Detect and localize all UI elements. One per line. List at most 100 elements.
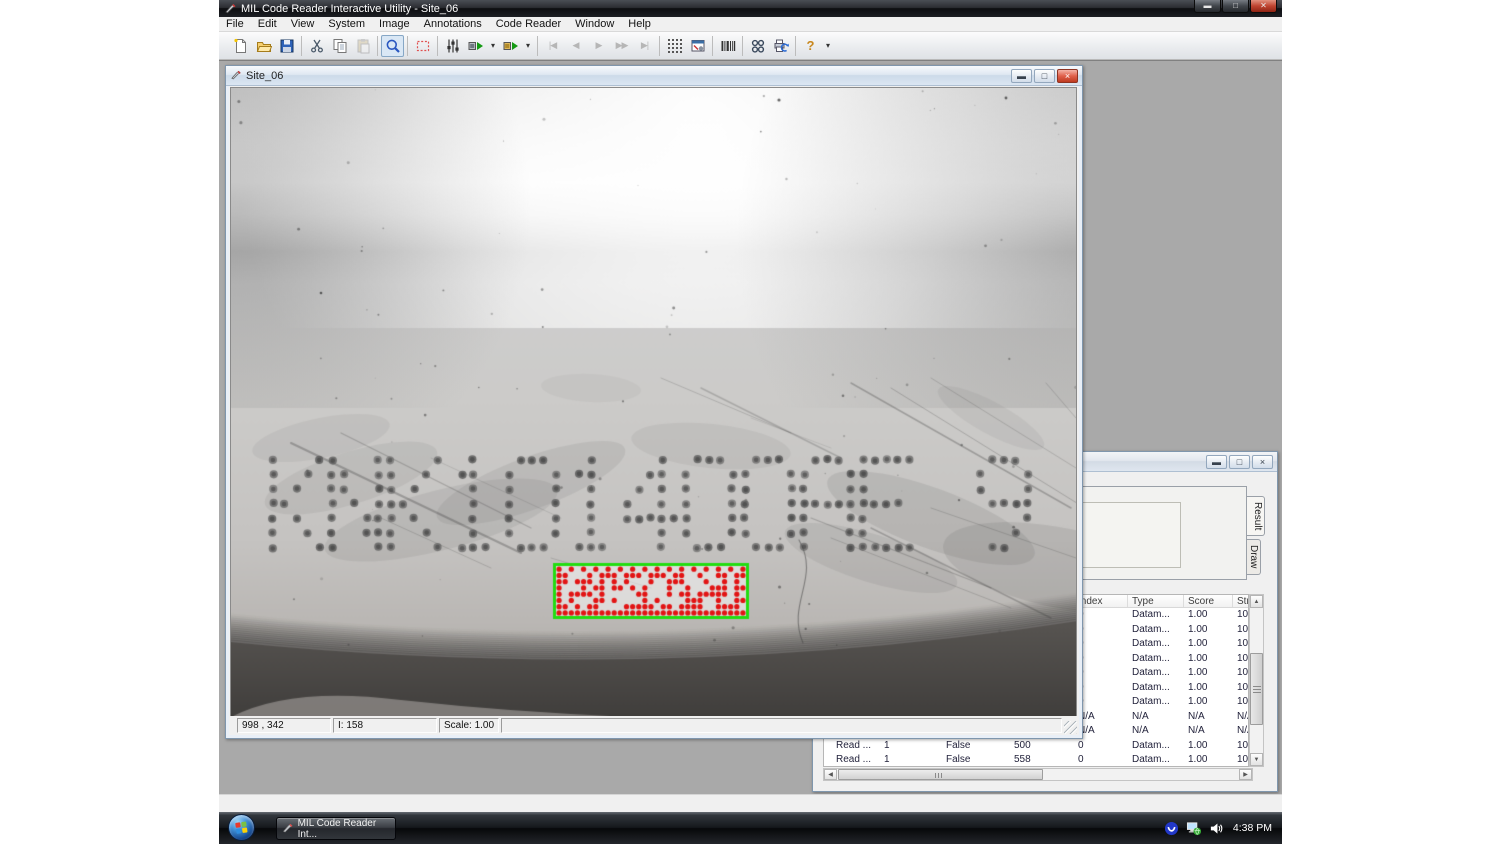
vertical-scrollbar[interactable]: ▲ ▼ bbox=[1249, 594, 1264, 767]
taskbar-app-button[interactable]: MIL Code Reader Int... bbox=[276, 817, 396, 840]
nav-play-button[interactable]: ▶ bbox=[587, 35, 610, 57]
menu-item-edit[interactable]: Edit bbox=[251, 17, 284, 32]
nav-first-button[interactable]: |◀ bbox=[541, 35, 564, 57]
toolbar-separator bbox=[659, 36, 660, 56]
cell-score: N/A bbox=[1184, 710, 1233, 725]
menu-item-system[interactable]: System bbox=[321, 17, 372, 32]
inspection-image[interactable] bbox=[230, 87, 1077, 718]
nav-prev-button[interactable]: ◀ bbox=[564, 35, 587, 57]
cell-score: 1.00 bbox=[1184, 739, 1233, 754]
help-button[interactable]: ? bbox=[799, 35, 822, 57]
menu-item-image[interactable]: Image bbox=[372, 17, 417, 32]
column-header-score[interactable]: Score bbox=[1184, 595, 1233, 607]
nav-last-button[interactable]: ▶| bbox=[633, 35, 656, 57]
menu-item-annotations[interactable]: Annotations bbox=[417, 17, 489, 32]
scroll-left-button[interactable]: ◀ bbox=[824, 769, 837, 780]
binoculars-icon bbox=[750, 38, 766, 54]
resize-grip[interactable] bbox=[1064, 721, 1077, 734]
compare-button[interactable] bbox=[746, 35, 769, 57]
start-button[interactable] bbox=[228, 814, 255, 841]
scroll-up-button[interactable]: ▲ bbox=[1250, 595, 1263, 608]
main-titlebar[interactable]: MIL Code Reader Interactive Utility - Si… bbox=[219, 0, 1282, 17]
scroll-down-button[interactable]: ▼ bbox=[1250, 753, 1263, 766]
cell-num: 1 bbox=[880, 739, 942, 754]
help-icon: ? bbox=[807, 38, 815, 53]
minimize-button[interactable]: ▬ bbox=[1194, 0, 1221, 13]
cell-score: 1.00 bbox=[1184, 623, 1233, 638]
menu-item-code-reader[interactable]: Code Reader bbox=[489, 17, 568, 32]
nav-next-button[interactable]: ▶▶ bbox=[610, 35, 633, 57]
open-button[interactable] bbox=[252, 35, 275, 57]
table-row[interactable]: Read ...1False5000Datam...1.0010 bbox=[824, 739, 1248, 754]
cell-str: N/A bbox=[1233, 710, 1249, 725]
cell-str: 10 bbox=[1233, 739, 1249, 754]
cell-str: 10 bbox=[1233, 652, 1249, 667]
tray-app-icon[interactable] bbox=[1164, 821, 1179, 836]
roi-button[interactable] bbox=[411, 35, 434, 57]
vertical-scroll-thumb[interactable] bbox=[1250, 653, 1263, 725]
toolbar-separator bbox=[537, 36, 538, 56]
result-tabs: Result Draw bbox=[1247, 496, 1265, 578]
scroll-right-button[interactable]: ▶ bbox=[1239, 769, 1252, 780]
cell-time: 500 bbox=[1010, 739, 1074, 754]
cell-type: Datam... bbox=[1128, 753, 1184, 767]
cell-type: Datam... bbox=[1128, 652, 1184, 667]
site-restore-button[interactable]: □ bbox=[1034, 69, 1055, 83]
process-run-button[interactable] bbox=[499, 35, 522, 57]
print-export-button[interactable] bbox=[769, 35, 792, 57]
restore-button[interactable]: □ bbox=[1222, 0, 1249, 13]
cell-type: Datam... bbox=[1128, 739, 1184, 754]
site-close-button[interactable]: × bbox=[1057, 69, 1078, 83]
cell-str: 10 bbox=[1233, 666, 1249, 681]
result-minimize-button[interactable]: ▬ bbox=[1206, 455, 1227, 469]
column-header-str[interactable]: Str bbox=[1233, 595, 1249, 607]
grab-run-button[interactable] bbox=[464, 35, 487, 57]
menu-item-file[interactable]: File bbox=[219, 17, 251, 32]
speaker-icon[interactable] bbox=[1209, 821, 1224, 836]
table-row[interactable]: Read ...1False5580Datam...1.0010 bbox=[824, 753, 1248, 767]
result-close-button[interactable]: × bbox=[1252, 455, 1273, 469]
cell-type: Datam... bbox=[1128, 666, 1184, 681]
grab-run-dropdown[interactable]: ▾ bbox=[487, 35, 499, 57]
taskbar-app-label: MIL Code Reader Int... bbox=[298, 818, 395, 840]
cell-str: 10 bbox=[1233, 608, 1249, 623]
status-spacer bbox=[501, 718, 1062, 733]
barcode-button[interactable] bbox=[716, 35, 739, 57]
menu-item-help[interactable]: Help bbox=[621, 17, 658, 32]
cell-type: N/A bbox=[1128, 724, 1184, 739]
network-icon[interactable] bbox=[1186, 821, 1202, 836]
save-button[interactable] bbox=[275, 35, 298, 57]
copy-icon bbox=[332, 38, 348, 54]
menu-item-view[interactable]: View bbox=[284, 17, 322, 32]
copy-button[interactable] bbox=[328, 35, 351, 57]
display-settings-button[interactable] bbox=[686, 35, 709, 57]
nav-last-icon: ▶| bbox=[641, 40, 648, 51]
taskbar-clock[interactable]: 4:38 PM bbox=[1233, 822, 1272, 834]
horizontal-scrollbar[interactable]: ◀ ▶ bbox=[823, 768, 1253, 781]
paste-button[interactable] bbox=[351, 35, 374, 57]
image-statusbar: 998 , 342 I: 158 Scale: 1.00 bbox=[230, 716, 1078, 735]
cell-score: 1.00 bbox=[1184, 652, 1233, 667]
adjust-button[interactable] bbox=[441, 35, 464, 57]
chevron-down-icon: ▾ bbox=[823, 41, 833, 50]
result-maximize-button[interactable]: □ bbox=[1229, 455, 1250, 469]
help-dropdown[interactable]: ▾ bbox=[822, 35, 834, 57]
site-minimize-button[interactable]: ▬ bbox=[1011, 69, 1032, 83]
new-button[interactable] bbox=[229, 35, 252, 57]
grid-button[interactable] bbox=[663, 35, 686, 57]
column-header-type[interactable]: Type bbox=[1128, 595, 1184, 607]
image-window: Site_06 ▬ □ × 998 , 342 I: 158 Scale: 1.… bbox=[225, 65, 1083, 739]
barcode-icon bbox=[720, 38, 736, 54]
cell-index: 0 bbox=[1074, 753, 1128, 767]
tab-draw[interactable]: Draw bbox=[1247, 539, 1261, 574]
horizontal-scroll-thumb[interactable] bbox=[838, 769, 1043, 780]
toolbar-separator bbox=[301, 36, 302, 56]
menu-item-window[interactable]: Window bbox=[568, 17, 621, 32]
cut-button[interactable] bbox=[305, 35, 328, 57]
app-icon bbox=[282, 823, 294, 834]
image-window-titlebar[interactable]: Site_06 ▬ □ × bbox=[226, 66, 1082, 86]
process-run-dropdown[interactable]: ▾ bbox=[522, 35, 534, 57]
close-button[interactable]: ✕ bbox=[1250, 0, 1277, 13]
zoom-button[interactable] bbox=[381, 35, 404, 57]
tab-result[interactable]: Result bbox=[1247, 496, 1265, 536]
